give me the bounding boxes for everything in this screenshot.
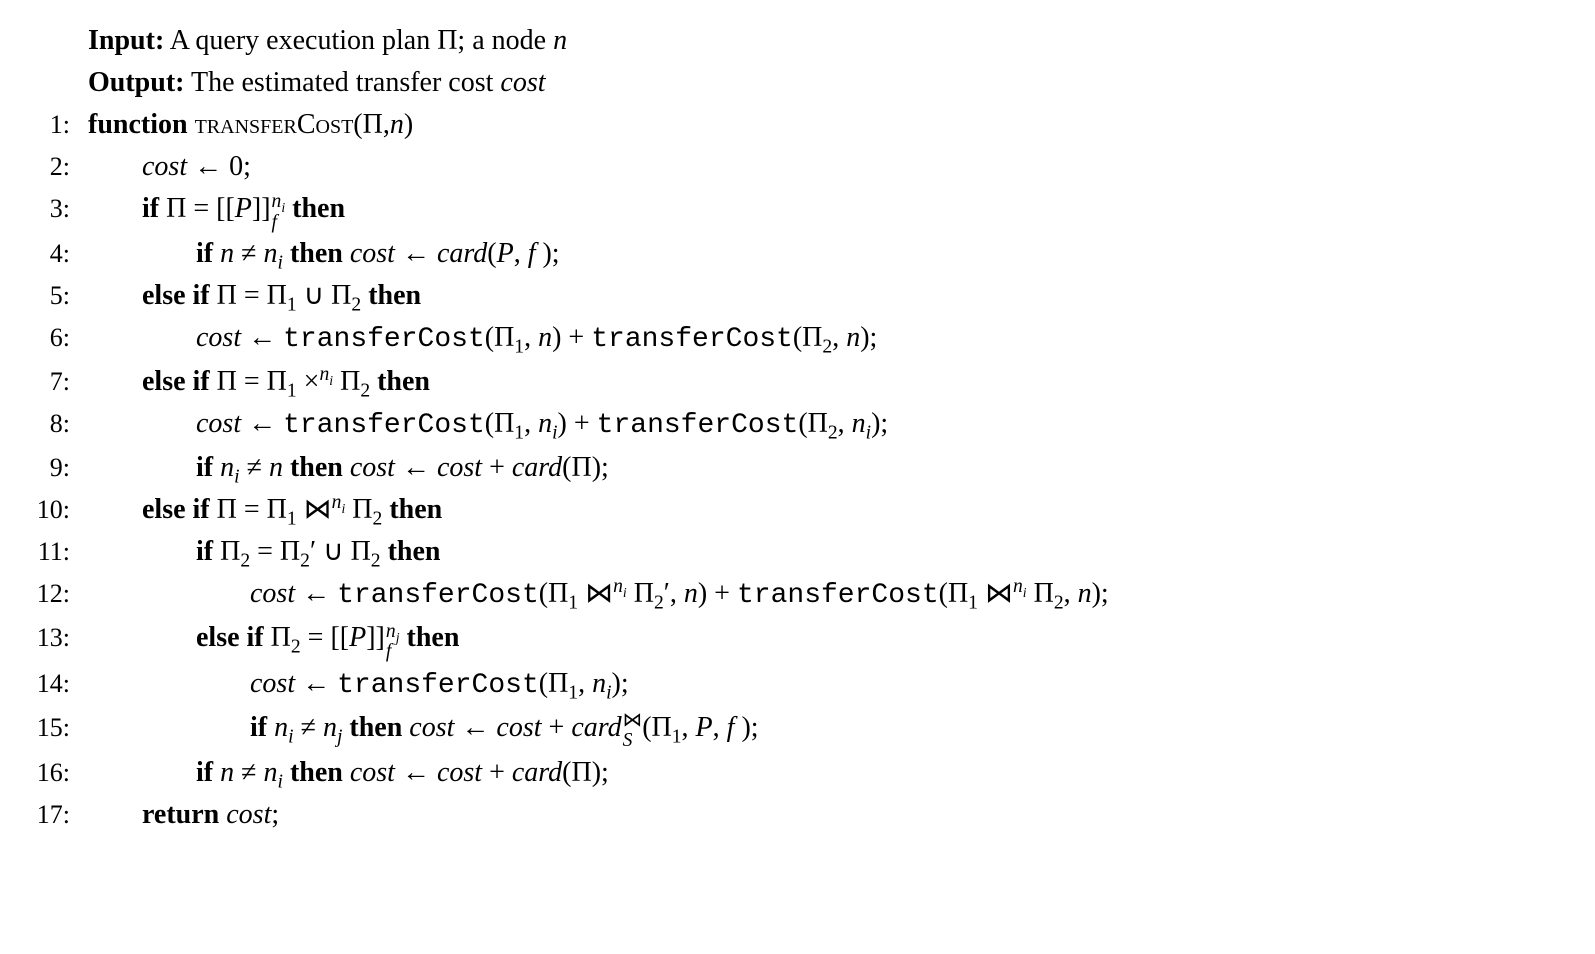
code-content: if Π = [[P]]nif then [88,188,345,233]
code-line: 3:if Π = [[P]]nif then [30,188,1109,233]
code-line: 12:cost ← transferCost(Π1 ⋈ni Π2′, n) + … [30,573,1109,617]
input-line: Input: A query execution plan Π; a node … [88,20,1109,62]
code-content: cost ← transferCost(Π1, ni) + transferCo… [88,403,888,447]
code-line: 11:if Π2 = Π2′ ∪ Π2 then [30,531,1109,573]
line-number: 7: [30,361,88,403]
code-line-body: else if Π = Π1 ∪ Π2 then [88,275,1109,317]
line-number: 2: [30,146,88,188]
code-line: 15:if ni ≠ nj then cost ← cost + card⋈S(… [30,707,1109,752]
code-line-body: else if Π = Π1 ⋈ni Π2 then [88,489,1109,531]
input-row: Input: A query execution plan Π; a node … [30,20,1109,62]
code-content: else if Π = Π1 ∪ Π2 then [88,275,421,317]
code-line: 7:else if Π = Π1 ×ni Π2 then [30,361,1109,403]
line-number: 17: [30,794,88,836]
code-line-body: else if Π2 = [[P]]njf then [88,617,1109,662]
code-line: 6:cost ← transferCost(Π1, n) + transferC… [30,317,1109,361]
code-line-body: cost ← 0; [88,146,1109,188]
line-number: 14: [30,663,88,707]
output-line: Output: The estimated transfer cost cost [88,62,1109,104]
code-content: if n ≠ ni then cost ← cost + card(Π); [88,752,609,794]
code-line: 2:cost ← 0; [30,146,1109,188]
code-line-body: if ni ≠ n then cost ← cost + card(Π); [88,447,1109,489]
code-line: 1:function transferCost(Π,n) [30,104,1109,146]
output-text: The estimated transfer cost cost [191,67,546,98]
line-number: 11: [30,531,88,573]
line-number-blank [30,20,88,62]
output-row: Output: The estimated transfer cost cost [30,62,1109,104]
code-line-body: if Π2 = Π2′ ∪ Π2 then [88,531,1109,573]
code-line: 9:if ni ≠ n then cost ← cost + card(Π); [30,447,1109,489]
line-number: 1: [30,104,88,146]
code-content: if ni ≠ n then cost ← cost + card(Π); [88,447,609,489]
code-content: cost ← transferCost(Π1, n) + transferCos… [88,317,877,361]
line-number-blank [30,62,88,104]
code-content: if Π2 = Π2′ ∪ Π2 then [88,531,441,573]
code-line: 16:if n ≠ ni then cost ← cost + card(Π); [30,752,1109,794]
code-content: if n ≠ ni then cost ← card(P, f ); [88,233,560,275]
line-number: 5: [30,275,88,317]
line-number: 12: [30,573,88,617]
input-label: Input: [88,25,164,56]
line-number: 6: [30,317,88,361]
input-text: A query execution plan Π; a node n [170,25,567,56]
code-content: else if Π2 = [[P]]njf then [88,617,459,662]
code-line: 14:cost ← transferCost(Π1, ni); [30,663,1109,707]
code-line: 4:if n ≠ ni then cost ← card(P, f ); [30,233,1109,275]
code-content: function transferCost(Π,n) [88,104,413,146]
code-line: 8:cost ← transferCost(Π1, ni) + transfer… [30,403,1109,447]
code-line-body: cost ← transferCost(Π1 ⋈ni Π2′, n) + tra… [88,573,1109,617]
code-content: if ni ≠ nj then cost ← cost + card⋈S(Π1,… [88,707,759,752]
code-line: 5:else if Π = Π1 ∪ Π2 then [30,275,1109,317]
code-line-body: if Π = [[P]]nif then [88,188,1109,233]
code-line: 13:else if Π2 = [[P]]njf then [30,617,1109,662]
code-content: cost ← transferCost(Π1 ⋈ni Π2′, n) + tra… [88,573,1109,617]
code-line-body: cost ← transferCost(Π1, n) + transferCos… [88,317,1109,361]
code-line-body: if ni ≠ nj then cost ← cost + card⋈S(Π1,… [88,707,1109,752]
line-number: 3: [30,188,88,233]
code-line-body: function transferCost(Π,n) [88,104,1109,146]
code-content: cost ← transferCost(Π1, ni); [88,663,629,707]
line-number: 15: [30,707,88,752]
code-content: else if Π = Π1 ×ni Π2 then [88,361,430,403]
code-line: 10:else if Π = Π1 ⋈ni Π2 then [30,489,1109,531]
code-line: 17:return cost; [30,794,1109,836]
code-content: cost ← 0; [88,146,251,188]
code-line-body: return cost; [88,794,1109,836]
line-number: 8: [30,403,88,447]
code-content: else if Π = Π1 ⋈ni Π2 then [88,489,442,531]
line-number: 16: [30,752,88,794]
line-number: 9: [30,447,88,489]
algorithm-block: Input: A query execution plan Π; a node … [30,20,1109,836]
line-number: 13: [30,617,88,662]
code-content: return cost; [88,794,279,836]
code-line-body: if n ≠ ni then cost ← cost + card(Π); [88,752,1109,794]
line-number: 10: [30,489,88,531]
code-line-body: else if Π = Π1 ×ni Π2 then [88,361,1109,403]
code-line-body: cost ← transferCost(Π1, ni); [88,663,1109,707]
code-line-body: cost ← transferCost(Π1, ni) + transferCo… [88,403,1109,447]
output-label: Output: [88,67,184,98]
code-line-body: if n ≠ ni then cost ← card(P, f ); [88,233,1109,275]
line-number: 4: [30,233,88,275]
